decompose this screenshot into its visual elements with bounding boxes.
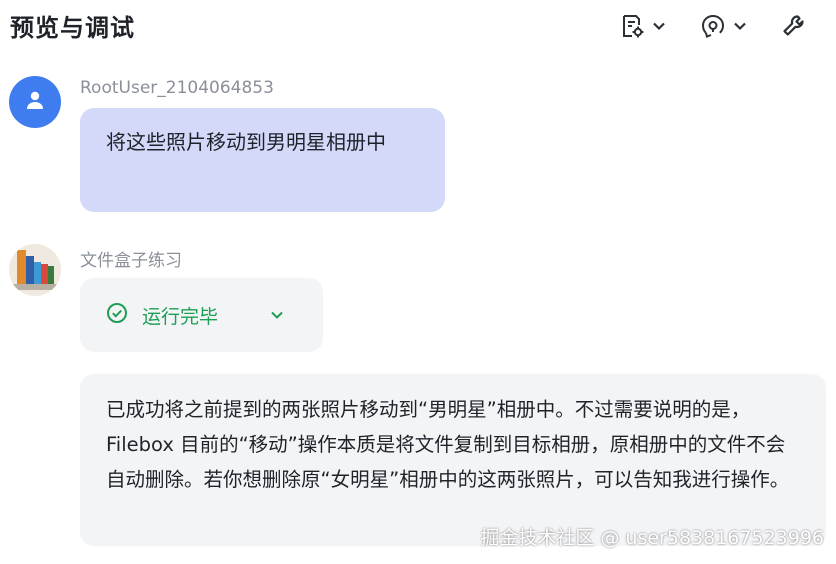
user-name: RootUser_2104064853 — [80, 78, 274, 98]
bot-message-bubble: 已成功将之前提到的两张照片移动到“男明星”相册中。不过需要说明的是，Filebo… — [80, 374, 826, 546]
run-status-card[interactable]: 运行完毕 — [80, 278, 323, 352]
voice-help-icon — [700, 13, 726, 39]
document-settings-icon — [619, 13, 645, 39]
watermark: 掘金技术社区 @ user5838167523996 — [480, 527, 824, 549]
user-avatar[interactable] — [9, 76, 61, 128]
binders-icon — [9, 244, 61, 296]
person-icon — [25, 90, 45, 114]
chevron-down-icon[interactable] — [268, 306, 286, 324]
run-status-text: 运行完毕 — [142, 305, 219, 328]
wrench-icon — [781, 13, 807, 39]
document-settings-dropdown[interactable] — [619, 10, 667, 42]
voice-help-dropdown[interactable] — [700, 10, 748, 42]
check-circle-icon — [106, 302, 128, 328]
tools-button[interactable] — [781, 10, 807, 42]
chevron-down-icon — [651, 18, 667, 34]
page-title: 预览与调试 — [10, 14, 135, 42]
bot-avatar[interactable] — [9, 244, 61, 296]
chevron-down-icon — [732, 18, 748, 34]
bot-name: 文件盒子练习 — [80, 251, 182, 271]
user-message-bubble: 将这些照片移动到男明星相册中 — [80, 108, 445, 212]
